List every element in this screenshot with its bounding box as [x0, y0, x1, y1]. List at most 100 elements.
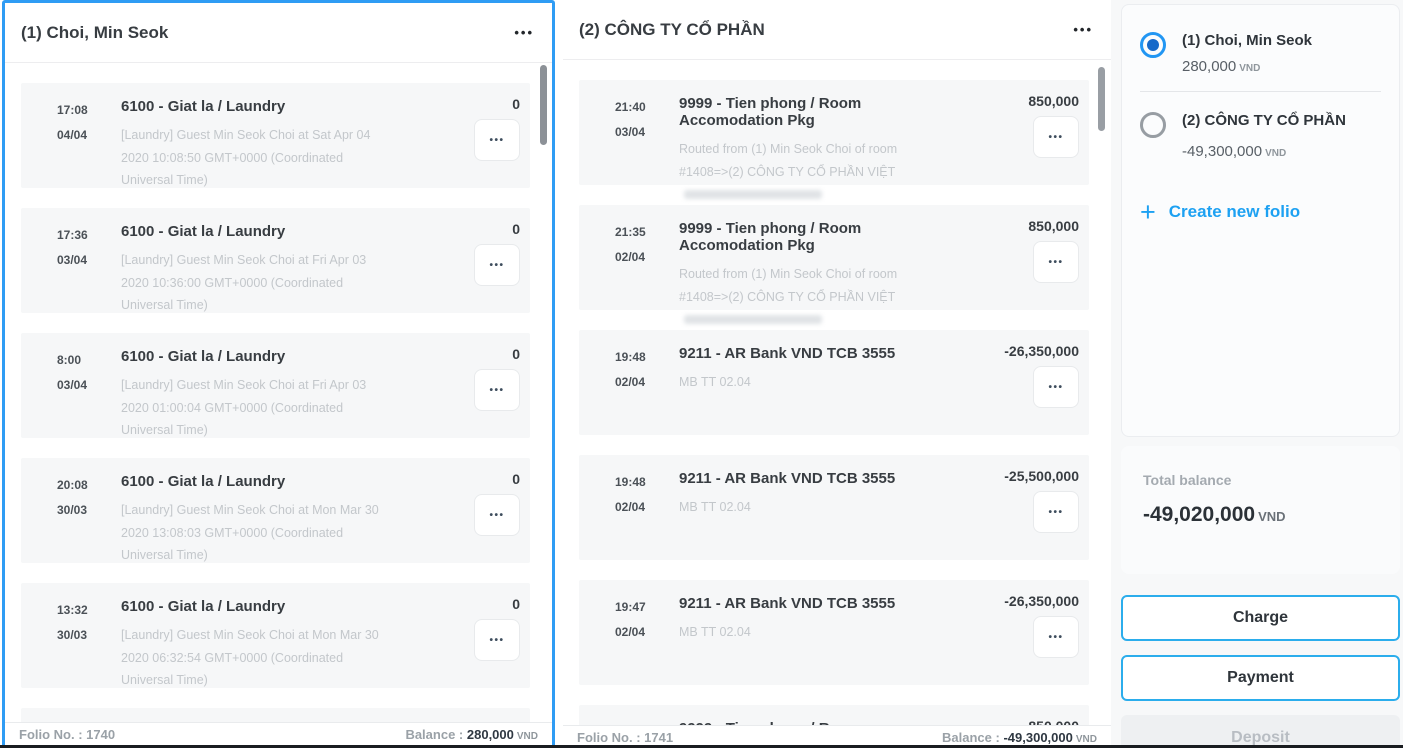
transaction-date: 02/04: [615, 625, 679, 639]
transaction-amount: 850,000: [1028, 93, 1079, 109]
transaction-amount: -26,350,000: [1004, 343, 1079, 359]
transaction-description: MB TT 02.04: [679, 371, 939, 394]
transaction-timestamp: 19:48 02/04: [579, 468, 679, 560]
transaction-timestamp: 21:40 03/04: [579, 93, 679, 185]
transaction-title: 6100 - Giat la / Laundry: [121, 473, 380, 490]
transaction-title: 6100 - Giat la / Laundry: [121, 223, 380, 240]
folio-option-label: (2) CÔNG TY CỔ PHẦN: [1182, 109, 1346, 129]
transaction-row: 13:32 30/03 6100 - Giat la / Laundry [La…: [21, 583, 530, 688]
transaction-date: 04/04: [57, 128, 121, 142]
folio-number: Folio No. : 1740: [19, 727, 115, 742]
scrollbar-thumb[interactable]: [540, 65, 547, 145]
radio-selected-icon[interactable]: [1140, 32, 1166, 58]
transaction-title: 9211 - AR Bank VND TCB 3555: [679, 470, 939, 487]
folio-1-footer: Folio No. : 1740 Balance : 280,000VND: [5, 722, 552, 745]
transaction-title: 9211 - AR Bank VND TCB 3555: [679, 595, 939, 612]
redacted-text: [684, 190, 822, 199]
transaction-timestamp: 20:08 30/03: [21, 471, 121, 563]
transaction-amount: 0: [512, 221, 520, 237]
transaction-menu-button[interactable]: •••: [1033, 491, 1079, 533]
transaction-menu-button[interactable]: •••: [474, 119, 520, 161]
transaction-timestamp: 21:50: [579, 718, 679, 725]
transaction-menu-button[interactable]: •••: [1033, 366, 1079, 408]
transaction-date: 02/04: [615, 375, 679, 389]
total-balance-label: Total balance: [1143, 472, 1378, 488]
folio-option-label: (1) Choi, Min Seok: [1182, 29, 1312, 49]
transaction-menu-button[interactable]: •••: [474, 244, 520, 286]
transaction-time: 19:47: [615, 600, 679, 614]
folio-1-transaction-list: 17:08 04/04 6100 - Giat la / Laundry [La…: [5, 63, 552, 722]
transaction-menu-button[interactable]: •••: [1033, 116, 1079, 158]
folio-option-2[interactable]: (2) CÔNG TY CỔ PHẦN -49,300,000VND: [1140, 109, 1381, 160]
scrollbar-thumb[interactable]: [1098, 67, 1105, 131]
transaction-description: MB TT 02.04: [679, 621, 939, 644]
transaction-time: 19:48: [615, 350, 679, 364]
folio-option-amount: 280,000VND: [1182, 58, 1312, 75]
transaction-date: 02/04: [615, 250, 679, 264]
transaction-menu-button[interactable]: •••: [474, 494, 520, 536]
folio-number: Folio No. : 1741: [577, 730, 673, 745]
transaction-time: 19:48: [615, 475, 679, 489]
transaction-amount: 0: [512, 596, 520, 612]
transaction-row: 8:00 03/04 6100 - Giat la / Laundry [Lau…: [21, 333, 530, 438]
folio-option-amount: -49,300,000VND: [1182, 143, 1346, 160]
transaction-row: 19:48 02/04 9211 - AR Bank VND TCB 3555 …: [579, 330, 1089, 435]
transaction-menu-button[interactable]: •••: [474, 619, 520, 661]
transaction-menu-button[interactable]: •••: [1033, 241, 1079, 283]
charge-button[interactable]: Charge: [1121, 595, 1400, 641]
transaction-description: [Laundry] Guest Min Seok Choi at Fri Apr…: [121, 374, 380, 442]
payment-button[interactable]: Payment: [1121, 655, 1400, 701]
transaction-date: 03/04: [57, 378, 121, 392]
total-balance-card: Total balance -49,020,000VND: [1121, 446, 1400, 574]
transaction-row: 19:48 02/04 9211 - AR Bank VND TCB 3555 …: [579, 455, 1089, 560]
create-new-folio-label: Create new folio: [1169, 202, 1300, 222]
transaction-time: 17:36: [57, 228, 121, 242]
transaction-row: 20:08 30/03 6100 - Giat la / Laundry [La…: [21, 458, 530, 563]
transaction-time: 8:00: [57, 353, 121, 367]
transaction-description: [Laundry] Guest Min Seok Choi at Fri Apr…: [121, 249, 380, 317]
deposit-button[interactable]: Deposit: [1121, 715, 1400, 748]
folio-1-header: (1) Choi, Min Seok •••: [5, 3, 552, 63]
transaction-amount: -26,350,000: [1004, 593, 1079, 609]
folio-column-1: (1) Choi, Min Seok ••• 17:08 04/04 6100 …: [2, 0, 555, 748]
transaction-date: 03/04: [57, 253, 121, 267]
transaction-description: Routed from (1) Min Seok Choi of room #1…: [679, 263, 939, 331]
transaction-title: 9999 - Tien phong / Room Accomodation Pk…: [679, 220, 939, 254]
plus-icon: +: [1140, 203, 1156, 221]
folio-option-1[interactable]: (1) Choi, Min Seok 280,000VND: [1140, 29, 1381, 75]
transaction-timestamp: 8:00 03/04: [21, 346, 121, 438]
transaction-row: 21:50 9999 - Tien phong / Room Accomodat…: [579, 705, 1089, 725]
folio-2-header: (2) CÔNG TY CỔ PHẦN •••: [563, 0, 1111, 60]
transaction-menu-button[interactable]: •••: [474, 369, 520, 411]
folio-column-2: (2) CÔNG TY CỔ PHẦN ••• 21:40 03/04 9999…: [563, 0, 1111, 748]
folio-2-menu-icon[interactable]: •••: [1073, 22, 1093, 37]
transaction-date: 30/03: [57, 503, 121, 517]
transaction-description: [Laundry] Guest Min Seok Choi at Mon Mar…: [121, 499, 380, 567]
transaction-time: 21:35: [615, 225, 679, 239]
radio-unselected-icon[interactable]: [1140, 112, 1166, 138]
transaction-row: 6100 - Giat la / Laundry 0 •••: [21, 708, 530, 722]
transaction-title: 9999 - Tien phong / Room Accomodation Pk…: [679, 720, 939, 725]
transaction-row: 19:47 02/04 9211 - AR Bank VND TCB 3555 …: [579, 580, 1089, 685]
folio-balance: Balance : -49,300,000VND: [942, 730, 1097, 745]
transaction-date: 03/04: [615, 125, 679, 139]
transaction-amount: 0: [512, 721, 520, 722]
transaction-timestamp: 19:47 02/04: [579, 593, 679, 685]
folio-selector-card: (1) Choi, Min Seok 280,000VND (2) CÔNG T…: [1121, 4, 1400, 437]
folio-sidebar: (1) Choi, Min Seok 280,000VND (2) CÔNG T…: [1111, 0, 1403, 748]
transaction-time: 21:40: [615, 100, 679, 114]
total-balance-amount: -49,020,000VND: [1143, 503, 1378, 527]
folio-1-title: (1) Choi, Min Seok: [21, 23, 168, 43]
folio-1-menu-icon[interactable]: •••: [514, 25, 534, 40]
transaction-time: 17:08: [57, 103, 121, 117]
transaction-date: 02/04: [615, 500, 679, 514]
transaction-amount: 850,000: [1028, 218, 1079, 234]
transaction-row: 17:08 04/04 6100 - Giat la / Laundry [La…: [21, 83, 530, 188]
transaction-row: 21:40 03/04 9999 - Tien phong / Room Acc…: [579, 80, 1089, 185]
folio-2-title: (2) CÔNG TY CỔ PHẦN: [579, 20, 765, 40]
transaction-timestamp: 17:08 04/04: [21, 96, 121, 188]
create-new-folio-button[interactable]: + Create new folio: [1140, 202, 1381, 222]
transaction-timestamp: 17:36 03/04: [21, 221, 121, 313]
transaction-amount: 850,000: [1028, 718, 1079, 725]
transaction-menu-button[interactable]: •••: [1033, 616, 1079, 658]
